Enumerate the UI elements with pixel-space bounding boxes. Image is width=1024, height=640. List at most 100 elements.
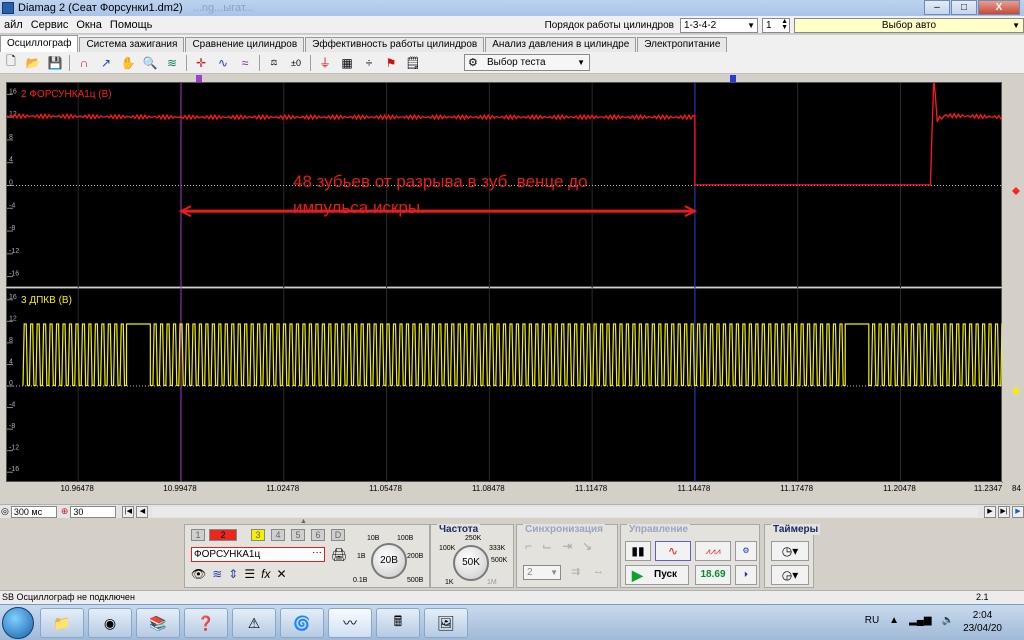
grid-icon[interactable]: ▦ [338, 54, 356, 72]
test-select[interactable]: ⚙ Выбор теста ▼ [464, 54, 590, 71]
sync-arrows-icon[interactable]: ↔ [593, 565, 604, 577]
cylinder-spinner[interactable]: 1 ▲ ▼ [762, 17, 790, 33]
channel-1-button[interactable]: 1 [191, 529, 205, 541]
channel-3-button[interactable]: 3 [251, 529, 265, 541]
eye-icon[interactable]: 👁 [191, 567, 206, 581]
zoom-select[interactable]: 30 [70, 505, 117, 518]
sync-level-icon[interactable]: ⇥ [562, 539, 572, 553]
panel-collapse-icon[interactable]: ▲ [300, 518, 310, 525]
help-taskbar-icon[interactable]: ❓ [184, 608, 228, 638]
pause-button[interactable]: ▮▮ [625, 541, 651, 561]
network-icon[interactable]: ▂▄▆ [909, 615, 931, 626]
function-icon[interactable]: fx [261, 567, 270, 581]
cursor-measure-icon[interactable]: ↗ [97, 54, 115, 72]
language-indicator[interactable]: RU [865, 615, 879, 626]
media-taskbar-icon[interactable]: 🌀 [280, 608, 324, 638]
maximize-button[interactable]: □ [951, 0, 977, 15]
channel-5-button[interactable]: 5 [291, 529, 305, 541]
divide-icon[interactable]: ÷ [360, 54, 378, 72]
waveform-icon[interactable]: ≋ [163, 54, 181, 72]
notes-icon[interactable]: 🗒 [404, 54, 422, 72]
auto-scale-icon[interactable]: ⚖ [265, 54, 283, 72]
minimize-button[interactable]: – [924, 0, 950, 15]
hand-pan-icon[interactable]: ✋ [119, 54, 137, 72]
tray-arrow-icon[interactable]: ▲ [889, 615, 899, 626]
rising-edge-icon[interactable]: ⌐ [525, 539, 532, 553]
x-tick-label: 11.05478 [369, 484, 402, 493]
cursor-1-handle[interactable] [196, 75, 202, 82]
sync-source-select[interactable]: 2 ▼ [523, 565, 561, 580]
close-button[interactable]: X [978, 0, 1020, 15]
channel-6-button[interactable]: 6 [311, 529, 325, 541]
pdf-taskbar-icon[interactable]: ⚠ [232, 608, 276, 638]
open-folder-icon[interactable]: 📂 [24, 54, 42, 72]
start-button-orb[interactable] [2, 607, 34, 639]
zero-offset-icon[interactable]: ±0 [287, 54, 305, 72]
archive-taskbar-icon[interactable]: 📚 [136, 608, 180, 638]
scroll-start-button[interactable]: |◀ [122, 505, 135, 518]
speaker-icon[interactable]: 🔈 [942, 615, 954, 626]
auto-record-button[interactable]: ⏵ [735, 565, 757, 585]
tab-ignition[interactable]: Система зажигания [79, 37, 185, 52]
tab-pressure-analysis[interactable]: Анализ давления в цилиндре [485, 37, 637, 52]
menu-service[interactable]: Сервис [27, 19, 73, 31]
channel-2-level-marker[interactable] [1012, 187, 1020, 195]
horizontal-scrollbar[interactable] [152, 506, 978, 517]
tab-cylinder-efficiency[interactable]: Эффективность работы цилиндров [305, 37, 485, 52]
scroll-right-button[interactable]: ▶ [984, 505, 996, 518]
lines-icon[interactable]: ☰ [244, 567, 255, 581]
channel-3-pane[interactable]: 16 12 8 4 0 -4 -8 -12 -16 3 ДПКВ (В) [6, 288, 1003, 483]
voltage-range-knob[interactable]: 20В [371, 543, 407, 579]
zoom-icon[interactable]: 🔍 [141, 54, 159, 72]
diamag-taskbar-icon[interactable]: 〰 [328, 608, 372, 638]
frequency-knob[interactable]: 50K [453, 545, 489, 581]
menu-file[interactable]: айл [0, 19, 27, 31]
firing-order-select[interactable]: 1-3-4-2 ▼ [680, 17, 758, 33]
calculator-taskbar-icon[interactable]: 🖩 [376, 608, 420, 638]
clock[interactable]: 2:04 23/04/20 [963, 609, 1002, 635]
tools-icon[interactable]: ✕ [276, 567, 286, 581]
sine-mode-button[interactable]: ∿ [655, 541, 691, 561]
channel-2-button[interactable]: 2 [209, 529, 237, 541]
tab-cylinder-compare[interactable]: Сравнение цилиндров [185, 37, 305, 52]
scroll-end-button[interactable]: ▶| [998, 505, 1010, 518]
new-file-icon[interactable]: 🗋 [2, 54, 20, 72]
explorer-taskbar-icon[interactable]: 📁 [40, 608, 84, 638]
probe-icon[interactable]: 🖨 [331, 547, 348, 563]
signal-wave-icon[interactable]: ∿ [214, 54, 232, 72]
filter-icon[interactable]: ⏚ [316, 54, 334, 72]
invert-icon[interactable]: ⇕ [228, 567, 238, 581]
sync-slope-icon[interactable]: ↘ [582, 539, 592, 553]
menu-help[interactable]: Помощь [106, 19, 157, 31]
scroll-left-button[interactable]: ◀ [136, 505, 149, 518]
pulse-mode-button[interactable]: ⩘⩘⩘ [695, 541, 731, 561]
auto-button[interactable]: ⚙ [735, 541, 757, 561]
save-icon[interactable]: 💾 [46, 54, 64, 72]
timebase-select[interactable]: 300 мс [10, 505, 57, 518]
car-select[interactable]: Выбор авто ▼ [794, 17, 1024, 33]
window-title: Diamag 2 (Сеат Форсунки1.dm2) [18, 2, 183, 14]
channel-d-button[interactable]: D [331, 529, 345, 541]
wave-settings-icon[interactable]: ≋ [212, 567, 222, 581]
tab-oscilloscope[interactable]: Осциллограф [0, 35, 79, 52]
start-button[interactable]: ▶ Пуск [625, 565, 689, 585]
channel-3-level-marker[interactable] [1012, 387, 1020, 395]
chrome-taskbar-icon[interactable]: ◉ [88, 608, 132, 638]
cursor-2-handle[interactable] [730, 75, 736, 82]
menu-windows[interactable]: Окна [72, 19, 106, 31]
channel-name-field[interactable]: ФОРСУНКА1ц ··· [191, 547, 325, 562]
magnet-icon[interactable]: ∩ [75, 54, 93, 72]
window-taskbar-icon[interactable]: 🖼 [424, 608, 468, 638]
dual-wave-icon[interactable]: ≈ [236, 54, 254, 72]
channel-2-pane[interactable]: 16 12 8 4 0 -4 -8 -12 -16 48 зубьев от разрыва в … [6, 82, 1003, 288]
channel-4-button[interactable]: 4 [271, 529, 285, 541]
sync-mode-icon[interactable]: ⇉ [571, 565, 580, 578]
tab-power-supply[interactable]: Электропитание [637, 37, 728, 52]
timer-2-button[interactable]: ◶▾ [771, 565, 809, 585]
play-scroll-button[interactable]: ▶ [1012, 505, 1024, 518]
menu-bar: айл Сервис Окна Помощь Порядок работы ци… [0, 16, 1024, 34]
timer-1-button[interactable]: ◷▾ [771, 541, 809, 561]
falling-edge-icon[interactable]: ⌙ [542, 539, 552, 553]
flag-icon[interactable]: ⚑ [382, 54, 400, 72]
crosshair-icon[interactable]: ✛ [192, 54, 210, 72]
